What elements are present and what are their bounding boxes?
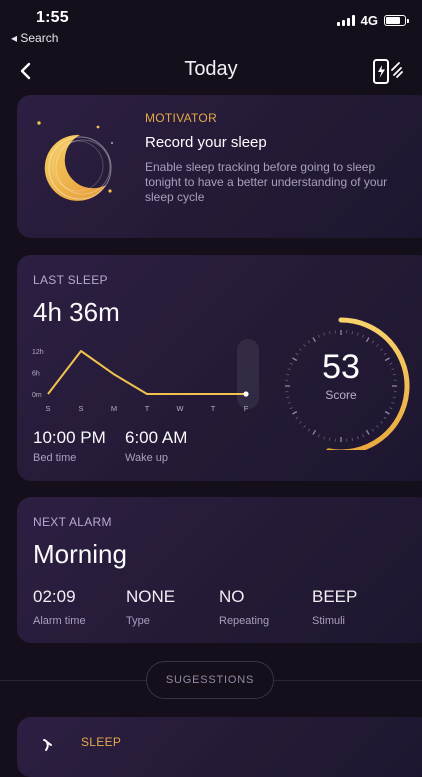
gauge-tick — [329, 331, 330, 334]
gauge-tick — [296, 417, 298, 419]
sleep-duration: 4h 36m — [33, 297, 120, 328]
wake-up-label: Wake up — [125, 452, 168, 464]
phone-sleep-mode-icon[interactable] — [372, 58, 404, 86]
gauge-tick — [313, 430, 316, 434]
gauge-tick — [389, 363, 392, 364]
gauge-tick — [393, 397, 396, 398]
gauge-tick — [372, 429, 374, 431]
y-tick-label: 0m — [32, 392, 42, 399]
gauge-tick — [304, 344, 306, 346]
motivator-body: Enable sleep tracking before going to sl… — [145, 160, 387, 205]
x-tick-label: S — [45, 404, 50, 413]
gauge-tick — [352, 438, 353, 441]
alarm-stimuli-value: BEEP — [312, 587, 357, 607]
gauge-tick — [384, 417, 386, 419]
motivator-kicker: MOTIVATOR — [145, 111, 217, 125]
gauge-tick — [376, 344, 378, 346]
gauge-tick — [290, 408, 293, 409]
x-tick-label: S — [78, 404, 83, 413]
alarm-stimuli-label: Stimuli — [312, 615, 345, 627]
x-tick-label: T — [211, 404, 216, 413]
gauge-tick — [391, 369, 394, 370]
sleep-suggestion-kicker: SLEEP — [81, 735, 121, 749]
suggestions-button[interactable]: SUGESSTIONS — [146, 661, 274, 699]
motivator-body-line: tonight to have a better understanding o… — [145, 175, 387, 190]
x-tick-label: W — [176, 404, 184, 413]
page-title: Today — [0, 58, 422, 81]
moon-icon — [36, 117, 126, 207]
alarm-type-label: Type — [126, 615, 150, 627]
y-tick-label: 12h — [32, 349, 44, 356]
gauge-tick — [363, 434, 364, 437]
alarm-repeating-value: NO — [219, 587, 245, 607]
bed-time-value: 10:00 PM — [33, 428, 106, 448]
motivator-title: Record your sleep — [145, 134, 267, 151]
sleep-series-line — [48, 351, 246, 394]
gauge-tick — [391, 402, 394, 403]
status-indicators: 4G — [337, 13, 406, 28]
gauge-tick — [389, 408, 392, 409]
back-to-search-link[interactable]: ◂ Search — [11, 31, 58, 45]
gauge-tick — [376, 425, 378, 427]
gauge-tick — [380, 421, 382, 423]
gauge-tick — [352, 331, 353, 334]
bed-time-label: Bed time — [33, 452, 76, 464]
gauge-tick — [308, 341, 310, 343]
gauge-tick — [367, 430, 370, 434]
x-tick-label: F — [244, 404, 249, 413]
alarm-name: Morning — [33, 539, 127, 570]
sleep-score-label: Score — [296, 388, 386, 402]
gauge-tick — [357, 333, 358, 336]
gauge-tick — [318, 434, 319, 437]
selected-day-highlight — [237, 339, 259, 409]
data-point — [243, 391, 248, 396]
gauge-tick — [304, 425, 306, 427]
wake-up-value: 6:00 AM — [125, 428, 187, 448]
x-tick-label: T — [145, 404, 150, 413]
battery-icon — [384, 15, 406, 26]
weekly-sleep-chart: 12h 6h 0m S S M T W T F — [30, 337, 266, 419]
gauge-tick — [288, 402, 291, 403]
sleep-score-value: 53 — [296, 348, 386, 387]
gauge-tick — [313, 338, 316, 342]
gauge-tick — [286, 397, 289, 398]
alarm-repeating-label: Repeating — [219, 615, 269, 627]
gauge-tick — [290, 363, 293, 364]
gauge-tick — [324, 333, 325, 336]
y-tick-label: 6h — [32, 371, 40, 378]
gauge-tick — [293, 412, 297, 415]
alarm-type-value: NONE — [126, 587, 175, 607]
gauge-tick — [357, 436, 358, 439]
gauge-tick — [308, 429, 310, 431]
gauge-tick — [288, 369, 291, 370]
gauge-tick — [329, 438, 330, 441]
gauge-tick — [299, 421, 301, 423]
gauge-tick — [318, 335, 319, 338]
signal-icon — [337, 15, 355, 26]
x-tick-label: M — [111, 404, 117, 413]
gauge-tick — [393, 374, 396, 375]
sleep-suggestion-card[interactable] — [17, 717, 422, 777]
next-alarm-kicker: NEXT ALARM — [33, 515, 112, 529]
status-time: 1:55 — [36, 9, 69, 27]
motivator-body-line: sleep cycle — [145, 190, 387, 205]
last-sleep-kicker: LAST SLEEP — [33, 273, 108, 287]
alarm-time-label: Alarm time — [33, 615, 86, 627]
motivator-body-line: Enable sleep tracking before going to sl… — [145, 160, 387, 175]
gauge-tick — [367, 338, 370, 342]
gauge-tick — [363, 335, 364, 338]
gauge-tick — [286, 374, 289, 375]
gauge-tick — [324, 436, 325, 439]
gauge-tick — [385, 412, 389, 415]
gauge-tick — [372, 341, 374, 343]
alarm-time-value: 02:09 — [33, 587, 76, 607]
network-label: 4G — [361, 13, 378, 28]
